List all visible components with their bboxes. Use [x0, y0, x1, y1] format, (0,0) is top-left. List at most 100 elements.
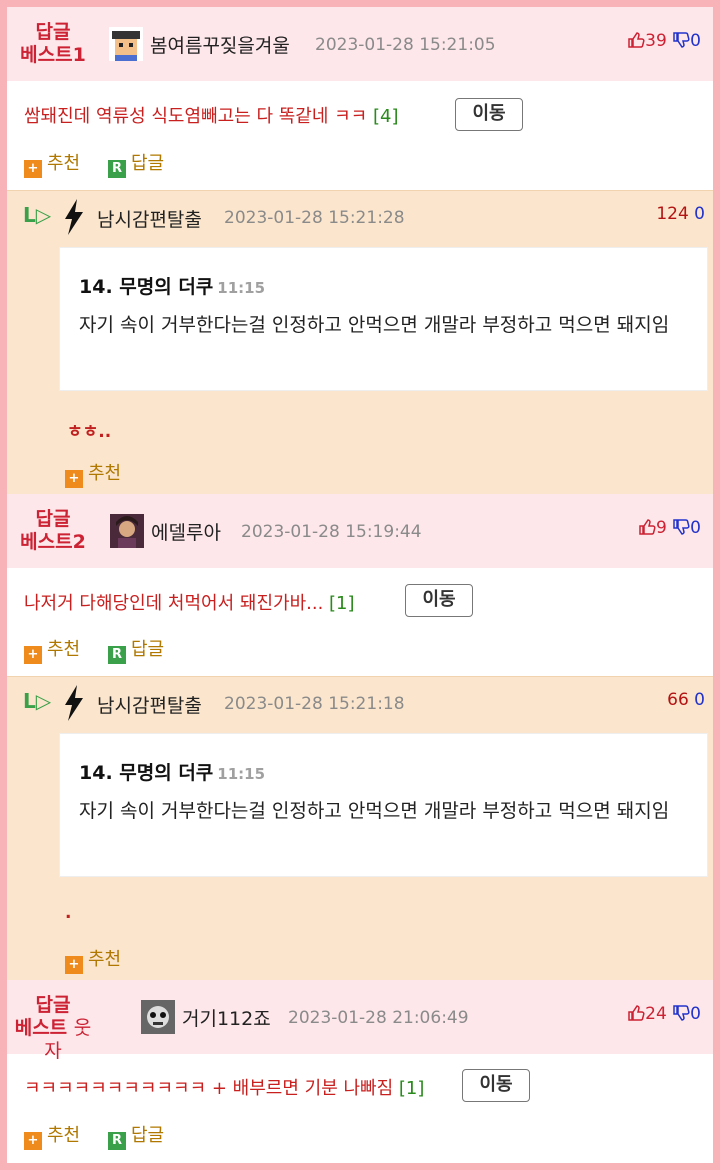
quote-header: 14. 무명의 더쿠 11:15	[79, 758, 265, 785]
downvote-count: 0	[694, 204, 705, 224]
plus-icon: +	[24, 160, 42, 178]
thumb-down-icon[interactable]	[672, 1004, 690, 1027]
thumb-down-icon[interactable]	[672, 31, 690, 54]
recommend-label: 추천	[47, 153, 81, 174]
author-nickname[interactable]: 봄여름꾸짖을겨울	[150, 31, 290, 58]
vote-counts: 9 0	[638, 518, 701, 541]
reply-arrow-icon: L▷	[23, 689, 52, 713]
vote-counts: 124 0	[656, 204, 705, 224]
best-badge-line1: 답글	[35, 21, 71, 43]
recommend-button[interactable]: + 추천	[24, 1121, 80, 1150]
recommend-button[interactable]: + 추천	[65, 945, 121, 974]
downvote-count: 0	[690, 1004, 701, 1024]
reply-icon: R	[108, 646, 126, 664]
reply-text: .	[65, 903, 72, 923]
reply-label: 답글	[131, 1125, 165, 1146]
recommend-label: 추천	[88, 949, 122, 970]
author-nickname[interactable]: 거기112죠	[182, 1004, 271, 1031]
quote-author: 14. 무명의 더쿠	[79, 276, 214, 298]
best-badge-word: 베스트	[14, 1017, 68, 1039]
move-button[interactable]: 이동	[455, 98, 523, 131]
upvote-count: 124	[656, 204, 689, 224]
author-nickname[interactable]: 남시감편탈출	[97, 691, 202, 718]
reply-text: ㅎㅎ..	[67, 422, 112, 442]
comment-text: 쌈돼진데 역류성 식도염빼고는 다 똑같네 ㅋㅋ [4]	[24, 102, 398, 128]
best-badge-line2: 베스트 웃자	[7, 1017, 99, 1063]
comment-date: 2023-01-28 15:19:44	[241, 522, 422, 542]
lightning-icon	[63, 685, 85, 725]
best-comment-header: 답글 베스트1 봄여름꾸짖을겨울 2023-01-28 15:21:05 39 …	[7, 7, 713, 81]
best-comment-header: 답글 베스트 웃자 거기112죠 2023-01-28 21:06:49 24 …	[7, 980, 713, 1062]
reply-date: 2023-01-28 15:21:18	[224, 694, 405, 714]
author-nickname[interactable]: 에델루아	[151, 518, 221, 545]
vote-counts: 39 0	[627, 31, 701, 54]
recommend-button[interactable]: + 추천	[24, 149, 80, 178]
move-button[interactable]: 이동	[405, 584, 473, 617]
quote-time: 11:15	[217, 765, 266, 783]
avatar[interactable]	[110, 514, 144, 548]
reply-date: 2023-01-28 15:21:28	[224, 208, 405, 228]
recommend-button[interactable]: + 추천	[65, 459, 121, 488]
best-badge-line1: 답글	[35, 508, 71, 530]
comment-text: 나저거 다해당인데 처먹어서 돼진가바... [1]	[24, 589, 355, 615]
comment-date: 2023-01-28 15:21:05	[315, 35, 496, 55]
reply-item: L▷ 남시감편탈출 2023-01-28 15:21:18 66 0 14. 무…	[7, 676, 713, 980]
downvote-count: 0	[694, 690, 705, 710]
downvote-count: 0	[690, 518, 701, 538]
upvote-count: 39	[645, 31, 667, 51]
quote-header: 14. 무명의 더쿠 11:15	[79, 272, 265, 299]
reply-button[interactable]: R 답글	[108, 1121, 164, 1150]
upvote-count: 9	[655, 518, 667, 538]
best-badge-line2: 베스트1	[20, 44, 86, 66]
recommend-label: 추천	[88, 463, 122, 484]
reply-count: [1]	[398, 1078, 425, 1099]
best-badge: 답글 베스트 웃자	[7, 994, 99, 1063]
vote-counts: 66 0	[667, 690, 705, 710]
recommend-label: 추천	[47, 639, 81, 660]
vote-counts: 24 0	[627, 1004, 701, 1027]
reply-button[interactable]: R 답글	[108, 635, 164, 664]
recommend-button[interactable]: + 추천	[24, 635, 80, 664]
reply-label: 답글	[131, 153, 165, 174]
downvote-count: 0	[690, 31, 701, 51]
thumb-up-icon[interactable]	[627, 31, 645, 54]
quoted-comment: 14. 무명의 더쿠 11:15 자기 속이 거부한다는걸 인정하고 안먹으면 개…	[59, 733, 708, 877]
avatar[interactable]	[109, 27, 143, 61]
best-badge-line2: 베스트2	[20, 531, 86, 553]
lightning-icon	[63, 199, 85, 239]
best-badge: 답글 베스트2	[7, 508, 99, 554]
reply-label: 답글	[131, 639, 165, 660]
best-badge-line1: 답글	[35, 994, 71, 1016]
reply-item: L▷ 남시감편탈출 2023-01-28 15:21:28 124 0 14. …	[7, 190, 713, 494]
thumb-up-icon[interactable]	[638, 518, 656, 541]
author-nickname[interactable]: 남시감편탈출	[97, 205, 202, 232]
recommend-label: 추천	[47, 1125, 81, 1146]
comment-body: ㅋㅋㅋㅋㅋㅋㅋㅋㅋㅋㅋ + 배부르면 기분 나빠짐	[24, 1078, 394, 1099]
quoted-comment: 14. 무명의 더쿠 11:15 자기 속이 거부한다는걸 인정하고 안먹으면 개…	[59, 247, 708, 391]
quote-time: 11:15	[217, 279, 266, 297]
move-button[interactable]: 이동	[462, 1069, 530, 1102]
plus-icon: +	[65, 956, 83, 974]
plus-icon: +	[65, 470, 83, 488]
comment-date: 2023-01-28 21:06:49	[288, 1008, 469, 1028]
reply-count: [4]	[372, 106, 399, 127]
upvote-count: 66	[667, 690, 689, 710]
reply-button[interactable]: R 답글	[108, 149, 164, 178]
quote-text: 자기 속이 거부한다는걸 인정하고 안먹으면 개말라 부정하고 먹으면 돼지임	[79, 314, 670, 336]
thumb-down-icon[interactable]	[672, 518, 690, 541]
comment-text: ㅋㅋㅋㅋㅋㅋㅋㅋㅋㅋㅋ + 배부르면 기분 나빠짐 [1]	[24, 1074, 424, 1100]
reply-icon: R	[108, 160, 126, 178]
thumb-up-icon[interactable]	[627, 1004, 645, 1027]
reply-count: [1]	[329, 593, 355, 614]
best-badge: 답글 베스트1	[7, 21, 99, 67]
quote-author: 14. 무명의 더쿠	[79, 762, 214, 784]
avatar[interactable]	[141, 1000, 175, 1034]
comment-body: 나저거 다해당인데 처먹어서 돼진가바...	[24, 593, 324, 614]
reply-icon: R	[108, 1132, 126, 1150]
upvote-count: 24	[645, 1004, 667, 1024]
plus-icon: +	[24, 646, 42, 664]
comment-body: 쌈돼진데 역류성 식도염빼고는 다 똑같네 ㅋㅋ	[24, 106, 368, 127]
quote-text: 자기 속이 거부한다는걸 인정하고 안먹으면 개말라 부정하고 먹으면 돼지임	[79, 800, 670, 822]
comment-list: 답글 베스트1 봄여름꾸짖을겨울 2023-01-28 15:21:05 39 …	[0, 0, 720, 1170]
plus-icon: +	[24, 1132, 42, 1150]
